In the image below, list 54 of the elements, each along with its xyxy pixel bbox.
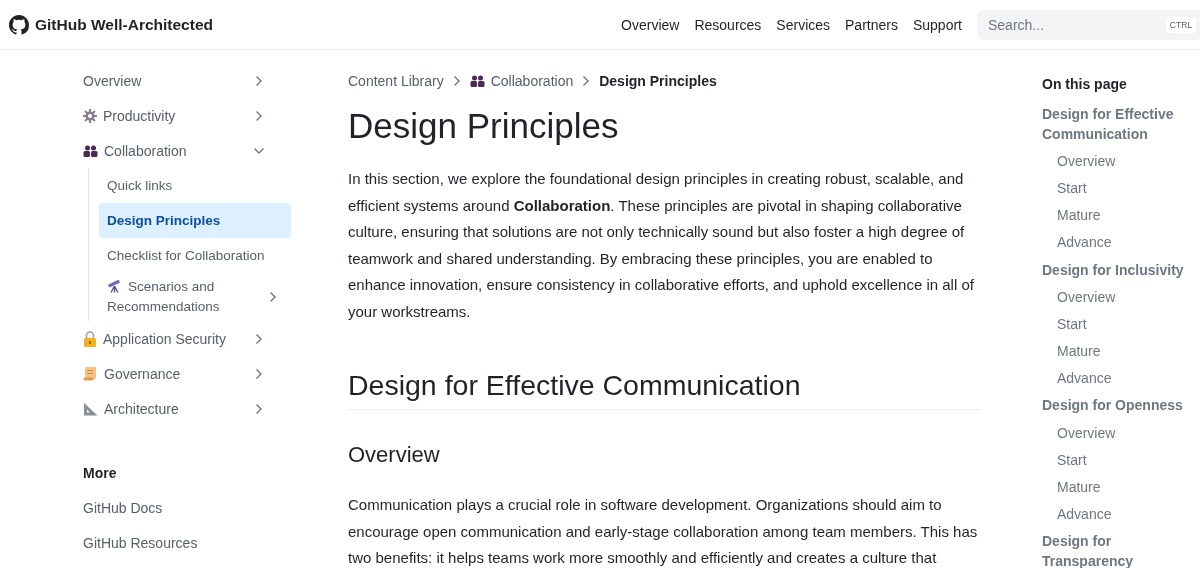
sidebar-link[interactable]: GitHub Resources <box>83 525 268 560</box>
gear-icon <box>83 108 97 123</box>
paragraph: Communication plays a crucial role in software development. Organizations should aim to encourage open communication and early-stage collaboration among team members. This has two benefits: it helps teams work more smoothly and efficiently and creates a culture that <box>348 495 979 568</box>
sidebar-item[interactable]: Governance <box>83 356 268 391</box>
nav-link[interactable]: Partners <box>845 16 898 33</box>
toc-link[interactable]: Design for Openness <box>1042 391 1200 420</box>
sidebar-item[interactable]: Collaboration <box>83 133 268 168</box>
section-heading: Design for Effective Communication <box>348 367 982 410</box>
breadcrumb-link[interactable]: Collaboration <box>490 73 574 89</box>
people-icon <box>83 144 98 157</box>
toc-link[interactable]: Advance <box>1042 500 1200 528</box>
chevron-right-icon <box>452 75 461 87</box>
nav-link[interactable]: Resources <box>694 16 762 33</box>
nav-link[interactable]: Support <box>912 16 962 33</box>
chevron-right-icon <box>582 75 591 87</box>
triangle-ruler-icon <box>83 401 98 416</box>
telescope-icon <box>107 279 122 293</box>
people-icon <box>469 75 485 87</box>
subsection-heading: Overview <box>348 441 441 469</box>
page-title: Design Principles <box>348 105 620 147</box>
breadcrumb-link[interactable]: Content Library <box>348 73 444 89</box>
toc-link[interactable]: Start <box>1042 446 1200 474</box>
sidebar-item[interactable]: Productivity <box>83 98 268 133</box>
toc-link[interactable]: Overview <box>1042 147 1200 175</box>
sidebar-item[interactable]: Scenarios and Recommendations <box>99 273 291 321</box>
toc-link[interactable]: Design for Effective Communication <box>1042 100 1200 148</box>
sidebar-item[interactable]: Overview <box>83 63 268 98</box>
scroll-icon <box>83 366 98 381</box>
toc-link[interactable]: Start <box>1042 310 1200 338</box>
toc-link[interactable]: Mature <box>1042 201 1200 229</box>
sidebar-item[interactable]: Quick links <box>99 168 291 203</box>
toc-link[interactable]: Overview <box>1042 419 1200 447</box>
github-logo-icon[interactable] <box>9 14 29 35</box>
toc-link[interactable]: Advance <box>1042 228 1200 256</box>
nav-link[interactable]: Services <box>776 16 831 33</box>
toc-link[interactable]: Start <box>1042 174 1200 202</box>
sidebar-item[interactable]: Checklist for Collaboration <box>99 238 291 273</box>
chevron-down-icon <box>253 146 265 155</box>
toc-link[interactable]: Design for Inclusivity <box>1042 255 1200 284</box>
sidebar-item[interactable]: Application Security <box>83 321 268 356</box>
section-heading: More <box>83 464 118 483</box>
toc-link[interactable]: Mature <box>1042 337 1200 365</box>
sidebar-item[interactable]: Design Principles <box>99 203 291 238</box>
lock-icon <box>83 330 97 347</box>
nav-link[interactable]: Overview <box>621 16 680 33</box>
paragraph: In this section, we explore the foundational design principles in creating robust, scalable, and efficient systems around Collaboration. These principles are pivotal in shaping collaborative culture, ensuring that solutions are not only technically sound but also foster a high degree of teamwork and shared understanding. By embracing these principles, you are enabled to enhance innovation, ensure consistency in collaborative efforts, and uphold excellence in all of your workstreams. <box>348 169 975 322</box>
toc-link[interactable]: Overview <box>1042 283 1200 311</box>
breadcrumb-current: Design Principles <box>599 73 717 89</box>
toc-link[interactable]: Advance <box>1042 364 1200 392</box>
toc-link[interactable]: Mature <box>1042 473 1200 501</box>
sidebar-item[interactable]: Architecture <box>83 391 268 426</box>
sidebar-link[interactable]: GitHub Docs <box>83 490 268 525</box>
site-title[interactable]: GitHub Well-Architected <box>35 15 213 34</box>
toc-heading: On this page <box>1042 75 1128 94</box>
